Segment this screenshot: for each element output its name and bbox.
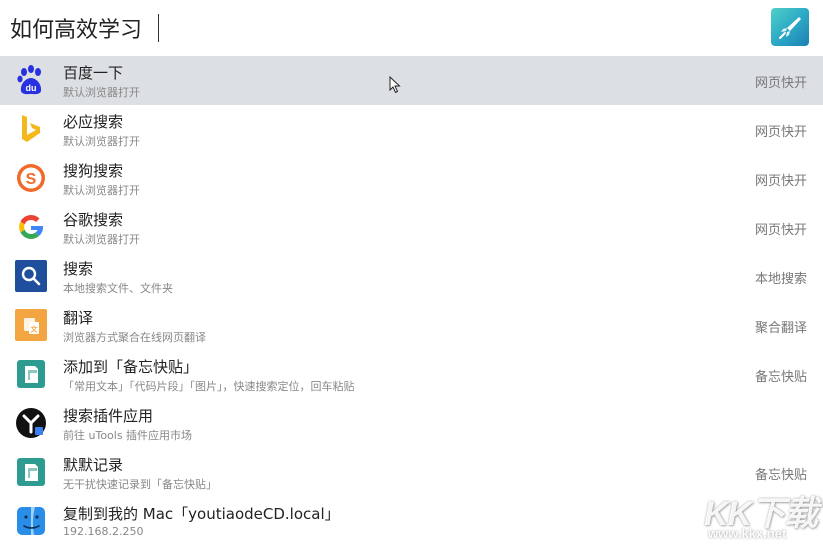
result-translate[interactable]: 文 翻译 浏览器方式聚合在线网页翻译 聚合翻译	[0, 301, 823, 350]
svg-text:S: S	[26, 171, 37, 188]
clipboard-icon	[15, 456, 47, 488]
result-category: 网页快开	[754, 125, 807, 140]
result-title: 必应搜索	[63, 113, 124, 131]
result-category: 备忘快贴	[754, 468, 807, 483]
result-title: 翻译	[63, 309, 94, 327]
kk-watermark: KK下载 www.kkx.net	[700, 486, 818, 544]
result-subtitle: 默认浏览器打开	[63, 86, 140, 99]
result-title: 默默记录	[63, 456, 124, 474]
result-category: 本地搜索	[754, 272, 807, 287]
result-title: 百度一下	[63, 64, 124, 82]
magnifier-icon	[15, 260, 47, 292]
translate-icon: 文	[15, 309, 47, 341]
result-subtitle: 本地搜索文件、文件夹	[63, 282, 173, 295]
result-subtitle: 默认浏览器打开	[63, 233, 140, 246]
result-title: 添加到「备忘快贴」	[63, 358, 199, 376]
bing-icon	[15, 113, 47, 145]
result-title: 复制到我的 Mac「youtiaodeCD.local」	[63, 505, 340, 523]
utools-plugin-icon	[15, 407, 47, 439]
search-bar	[0, 0, 823, 56]
result-category: 网页快开	[754, 174, 807, 189]
finder-icon	[15, 505, 47, 537]
svg-text:文: 文	[31, 325, 39, 334]
sogou-icon: S	[15, 162, 47, 194]
result-google[interactable]: 谷歌搜索 默认浏览器打开 网页快开	[0, 203, 823, 252]
result-baidu[interactable]: du 百度一下 默认浏览器打开 网页快开	[0, 56, 823, 105]
utools-logo-icon[interactable]	[771, 8, 809, 46]
result-subtitle: 默认浏览器打开	[63, 184, 140, 197]
result-category: 网页快开	[754, 223, 807, 238]
result-title: 搜索	[63, 260, 94, 278]
result-plugin-market[interactable]: 搜索插件应用 前往 uTools 插件应用市场	[0, 399, 823, 448]
result-category: 网页快开	[754, 76, 807, 91]
result-category: 备忘快贴	[754, 370, 807, 385]
baidu-icon: du	[15, 64, 47, 96]
result-title: 谷歌搜索	[63, 211, 124, 229]
results-list: du 百度一下 默认浏览器打开 网页快开 必应搜索 默认浏览器打开 网页快开 S…	[0, 56, 823, 546]
search-input[interactable]	[10, 8, 750, 48]
result-subtitle: 前往 uTools 插件应用市场	[63, 429, 193, 442]
result-add-to-clipboard[interactable]: 添加到「备忘快贴」 「常用文本」「代码片段」「图片」，快速搜索定位，回车粘贴 备…	[0, 350, 823, 399]
result-local-search[interactable]: 搜索 本地搜索文件、文件夹 本地搜索	[0, 252, 823, 301]
clipboard-icon	[15, 358, 47, 390]
result-subtitle: 默认浏览器打开	[63, 135, 140, 148]
mouse-pointer-icon	[389, 75, 401, 98]
result-bing[interactable]: 必应搜索 默认浏览器打开 网页快开	[0, 105, 823, 154]
result-subtitle: 「常用文本」「代码片段」「图片」，快速搜索定位，回车粘贴	[63, 380, 355, 393]
svg-text:du: du	[26, 83, 37, 93]
result-category: 聚合翻译	[754, 321, 807, 336]
result-title: 搜狗搜索	[63, 162, 124, 180]
result-subtitle: 无干扰快速记录到「备忘快贴」	[63, 478, 217, 491]
result-subtitle: 浏览器方式聚合在线网页翻译	[63, 331, 206, 344]
result-subtitle: 192.168.2.250	[63, 525, 144, 538]
google-icon	[15, 211, 47, 243]
watermark-url: www.kkx.net	[708, 526, 787, 541]
result-sogou[interactable]: S 搜狗搜索 默认浏览器打开 网页快开	[0, 154, 823, 203]
result-title: 搜索插件应用	[63, 407, 154, 425]
text-caret	[158, 14, 159, 42]
